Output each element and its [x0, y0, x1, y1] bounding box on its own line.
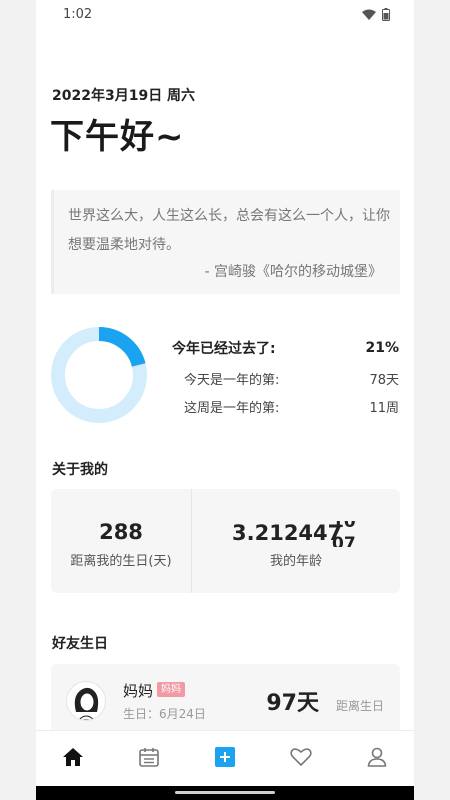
age-rolling-bottom: 07 [332, 534, 356, 547]
quote-card: 世界这么大，人生这么长，总会有这么一个人，让你想要温柔地对待。 - 宫崎骏《哈尔… [51, 190, 400, 294]
app-screen: 1:02 2022年3月19日 周六 下午好~ 世界这么大，人生这么长，总会有这… [36, 0, 414, 800]
quote-source: - 宫崎骏《哈尔的移动城堡》 [204, 264, 382, 280]
age-rolling-top: 10 [332, 521, 356, 532]
bottom-nav [36, 730, 414, 787]
home-indicator[interactable] [175, 791, 275, 794]
age-value: 3.212447 10 07 [192, 521, 400, 547]
battery-icon [382, 8, 390, 21]
avatar [66, 681, 106, 721]
heart-icon [290, 747, 312, 771]
wifi-icon [362, 9, 376, 20]
nav-calendar[interactable] [133, 744, 165, 774]
friend-name: 妈妈 [123, 682, 154, 700]
year-passed-value: 21% [365, 340, 399, 356]
nav-home[interactable] [57, 744, 89, 774]
friends-birthday-title: 好友生日 [52, 636, 108, 652]
current-date: 2022年3月19日 周六 [52, 88, 196, 104]
greeting-title: 下午好~ [50, 117, 185, 157]
nav-profile[interactable] [361, 744, 393, 774]
age-number: 3.212447 [232, 521, 343, 545]
year-passed-label: 今年已经过去了: [172, 341, 276, 357]
day-of-year-label: 今天是一年的第: [184, 373, 280, 388]
status-bar: 1:02 [36, 0, 414, 30]
add-icon [215, 747, 235, 771]
quote-text: 世界这么大，人生这么长，总会有这么一个人，让你想要温柔地对待。 [68, 208, 390, 253]
birthday-countdown-value: 288 [99, 520, 143, 544]
friend-days-label: 距离生日 [335, 699, 384, 713]
birthday-countdown-label: 距离我的生日(天) [70, 554, 172, 569]
about-me-card: 288 距离我的生日(天) 3.212447 10 07 我的年龄 [51, 489, 400, 593]
friend-birthday-date: 生日：6月24日 [123, 707, 206, 721]
calendar-icon [138, 746, 160, 772]
system-nav-bar [36, 786, 414, 800]
nav-add[interactable] [209, 744, 241, 774]
nav-favorites[interactable] [285, 744, 317, 774]
age-label: 我的年龄 [269, 554, 322, 569]
day-of-year-value: 78天 [369, 373, 399, 388]
about-me-title: 关于我的 [52, 462, 108, 478]
status-icons [362, 8, 390, 21]
friend-relation-tag: 妈妈 [157, 682, 185, 697]
year-progress-ring [50, 326, 148, 424]
age-rolling-digits: 10 07 [332, 521, 358, 547]
status-time: 1:02 [63, 7, 93, 22]
week-of-year-value: 11周 [369, 401, 399, 416]
home-icon [62, 747, 84, 771]
user-icon [366, 746, 388, 772]
friend-days-left: 97天 [266, 691, 319, 716]
week-of-year-label: 这周是一年的第: [184, 401, 280, 416]
